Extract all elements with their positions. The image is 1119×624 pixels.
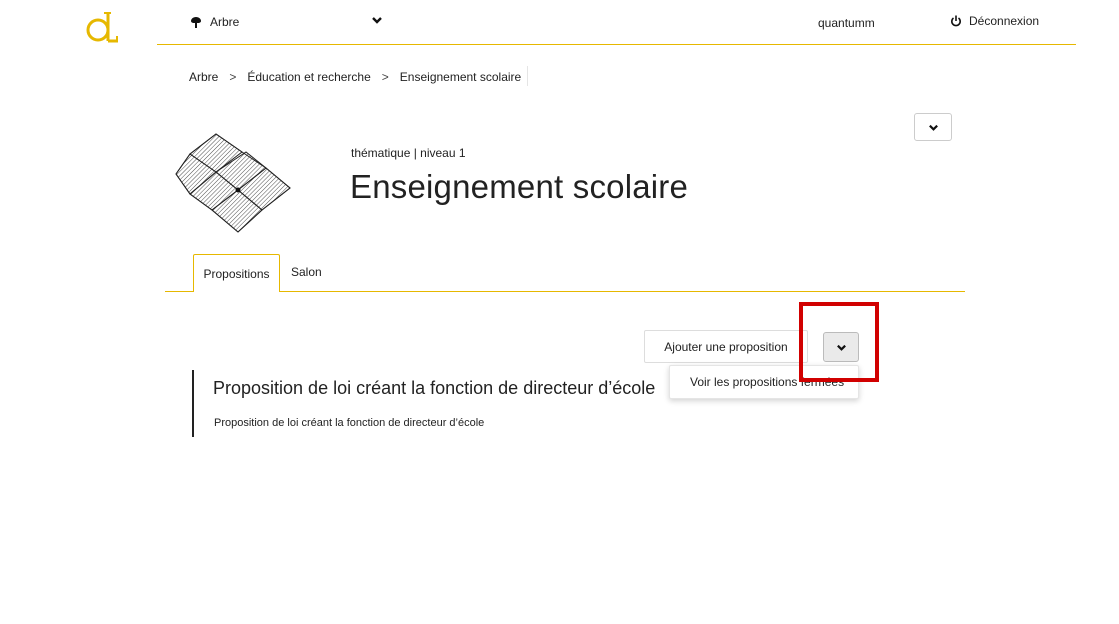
logout-button[interactable]: Déconnexion <box>950 14 1039 28</box>
more-options-button[interactable] <box>823 332 859 362</box>
proposal-accent-bar <box>192 370 194 437</box>
tab-label: Propositions <box>203 266 270 281</box>
nav-tree-link[interactable]: Arbre <box>190 15 239 29</box>
page-subtitle: thématique | niveau 1 <box>351 146 466 160</box>
menu-item-closed-propositions[interactable]: Voir les propositions fermées <box>690 375 844 389</box>
add-proposition-label: Ajouter une proposition <box>664 339 788 354</box>
chevron-down-icon[interactable] <box>371 14 383 26</box>
breadcrumb-item-arbre[interactable]: Arbre <box>189 70 218 84</box>
options-dropdown-menu: Voir les propositions fermées <box>669 365 859 399</box>
header-dropdown-button[interactable] <box>914 113 952 141</box>
logo[interactable] <box>84 8 120 44</box>
chevron-down-icon <box>928 124 938 131</box>
page-title: Enseignement scolaire <box>350 168 689 205</box>
tabs-divider <box>165 291 965 292</box>
breadcrumb: Arbre > Éducation et recherche > Enseign… <box>189 70 521 84</box>
tree-icon <box>191 17 201 28</box>
proposal-description: Proposition de loi créant la fonction de… <box>214 417 485 429</box>
nav-tree-label: Arbre <box>210 15 240 29</box>
power-icon <box>951 15 961 27</box>
tab-propositions[interactable]: Propositions <box>193 254 280 292</box>
breadcrumb-separator: > <box>381 70 389 84</box>
box-illustration <box>175 133 291 233</box>
tab-label: Salon <box>291 265 322 279</box>
breadcrumb-separator: > <box>229 70 237 84</box>
chevron-down-icon <box>836 344 846 351</box>
logout-label: Déconnexion <box>969 14 1040 28</box>
breadcrumb-divider <box>527 66 528 86</box>
tab-salon[interactable]: Salon <box>291 265 322 279</box>
breadcrumb-item-current: Enseignement scolaire <box>399 70 522 84</box>
proposal-title[interactable]: Proposition de loi créant la fonction de… <box>213 378 655 399</box>
username: quantumm <box>818 16 875 30</box>
topnav-divider <box>157 44 1076 45</box>
add-proposition-button[interactable]: Ajouter une proposition <box>644 330 808 363</box>
breadcrumb-item-education[interactable]: Éducation et recherche <box>247 70 370 84</box>
